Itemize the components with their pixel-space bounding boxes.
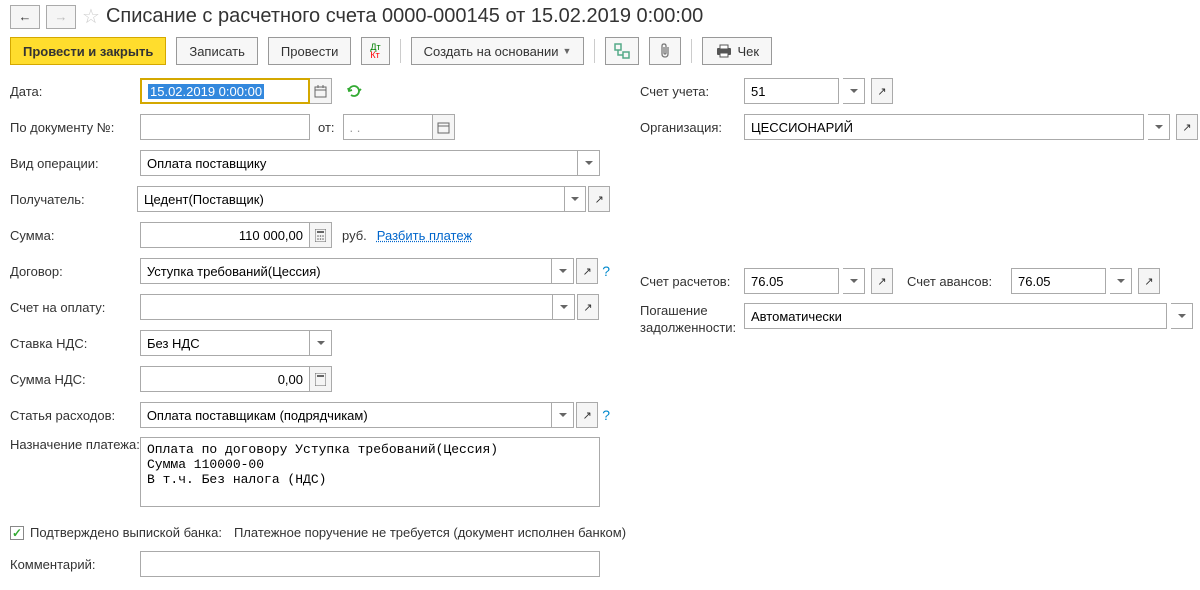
settle-account-dropdown[interactable] xyxy=(843,268,865,294)
recipient-open-button[interactable]: ↗ xyxy=(588,186,610,212)
calculator-icon xyxy=(315,229,326,242)
structure-icon xyxy=(614,43,630,59)
confirmed-label: Подтверждено выпиской банка: xyxy=(30,525,222,540)
currency-label: руб. xyxy=(342,228,367,243)
amount-input[interactable] xyxy=(140,222,310,248)
calculator-button[interactable] xyxy=(310,222,332,248)
invoice-open-button[interactable]: ↗ xyxy=(577,294,599,320)
expense-input[interactable] xyxy=(140,402,552,428)
date-label: Дата: xyxy=(10,84,140,99)
contract-input[interactable] xyxy=(140,258,552,284)
expense-label: Статья расходов: xyxy=(10,408,140,423)
printer-icon xyxy=(715,44,733,58)
post-and-close-button[interactable]: Провести и закрыть xyxy=(10,37,166,65)
separator xyxy=(691,39,692,63)
page-title: Списание с расчетного счета 0000-000145 … xyxy=(106,5,703,28)
expense-help-icon[interactable]: ? xyxy=(602,407,610,423)
vat-rate-input[interactable] xyxy=(140,330,310,356)
favorite-star-icon[interactable]: ☆ xyxy=(82,4,100,29)
from-date-input[interactable] xyxy=(343,114,433,140)
account-input[interactable] xyxy=(744,78,839,104)
create-on-basis-button[interactable]: Создать на основании ▼ xyxy=(411,37,585,65)
save-button[interactable]: Записать xyxy=(176,37,258,65)
attachment-button[interactable] xyxy=(649,37,681,65)
op-type-input[interactable] xyxy=(140,150,578,176)
org-dropdown[interactable] xyxy=(1148,114,1170,140)
confirmed-checkbox[interactable]: ✓ xyxy=(10,526,24,540)
dtkt-button[interactable]: ДтКт xyxy=(361,37,389,65)
invoice-input[interactable] xyxy=(140,294,553,320)
contract-open-button[interactable]: ↗ xyxy=(576,258,598,284)
calendar-icon xyxy=(437,121,450,134)
advance-account-open-button[interactable]: ↗ xyxy=(1138,268,1160,294)
contract-help-icon[interactable]: ? xyxy=(602,263,610,279)
split-payment-link[interactable]: Разбить платеж xyxy=(377,228,472,243)
contract-dropdown[interactable] xyxy=(552,258,574,284)
vat-amount-label: Сумма НДС: xyxy=(10,372,140,387)
nav-back-button[interactable]: ← xyxy=(10,5,40,29)
vat-amount-input[interactable] xyxy=(140,366,310,392)
refresh-icon[interactable] xyxy=(346,84,362,98)
op-type-label: Вид операции: xyxy=(10,156,140,171)
confirmed-note: Платежное поручение не требуется (докуме… xyxy=(234,525,626,540)
org-label: Организация: xyxy=(640,120,740,135)
contract-label: Договор: xyxy=(10,264,140,279)
calendar-icon xyxy=(314,85,327,98)
advance-account-dropdown[interactable] xyxy=(1110,268,1132,294)
separator xyxy=(400,39,401,63)
amount-label: Сумма: xyxy=(10,228,140,243)
org-open-button[interactable]: ↗ xyxy=(1176,114,1198,140)
recipient-input[interactable] xyxy=(137,186,565,212)
purpose-textarea[interactable] xyxy=(140,437,600,507)
account-dropdown[interactable] xyxy=(843,78,865,104)
recipient-dropdown[interactable] xyxy=(565,186,587,212)
comment-label: Комментарий: xyxy=(10,557,140,572)
post-button[interactable]: Провести xyxy=(268,37,352,65)
advance-account-input[interactable] xyxy=(1011,268,1106,294)
vat-calculator-button[interactable] xyxy=(310,366,332,392)
purpose-label: Назначение платежа: xyxy=(10,437,140,452)
op-type-dropdown[interactable] xyxy=(578,150,600,176)
calculator-icon xyxy=(315,373,326,386)
debt-label: Погашение задолженности: xyxy=(640,303,740,337)
debt-input[interactable] xyxy=(744,303,1167,329)
settle-account-open-button[interactable]: ↗ xyxy=(871,268,893,294)
separator xyxy=(594,39,595,63)
structure-button[interactable] xyxy=(605,37,639,65)
account-label: Счет учета: xyxy=(640,84,740,99)
recipient-label: Получатель: xyxy=(10,192,137,207)
calendar-button[interactable] xyxy=(310,78,332,104)
from-label: от: xyxy=(318,120,335,135)
comment-input[interactable] xyxy=(140,551,600,577)
settle-account-label: Счет расчетов: xyxy=(640,274,740,289)
debt-dropdown[interactable] xyxy=(1171,303,1193,329)
org-input[interactable] xyxy=(744,114,1144,140)
nav-forward-button[interactable]: → xyxy=(46,5,76,29)
expense-open-button[interactable]: ↗ xyxy=(576,402,598,428)
date-input[interactable]: 15.02.2019 0:00:00 xyxy=(140,78,310,104)
invoice-dropdown[interactable] xyxy=(553,294,575,320)
account-open-button[interactable]: ↗ xyxy=(871,78,893,104)
from-calendar-button[interactable] xyxy=(433,114,455,140)
cheque-button[interactable]: Чек xyxy=(702,37,772,65)
vat-rate-dropdown[interactable] xyxy=(310,330,332,356)
advance-account-label: Счет авансов: xyxy=(907,274,1007,289)
invoice-label: Счет на оплату: xyxy=(10,300,140,315)
vat-rate-label: Ставка НДС: xyxy=(10,336,140,351)
expense-dropdown[interactable] xyxy=(552,402,574,428)
doc-num-input[interactable] xyxy=(140,114,310,140)
doc-num-label: По документу №: xyxy=(10,120,140,135)
settle-account-input[interactable] xyxy=(744,268,839,294)
paperclip-icon xyxy=(658,43,672,59)
